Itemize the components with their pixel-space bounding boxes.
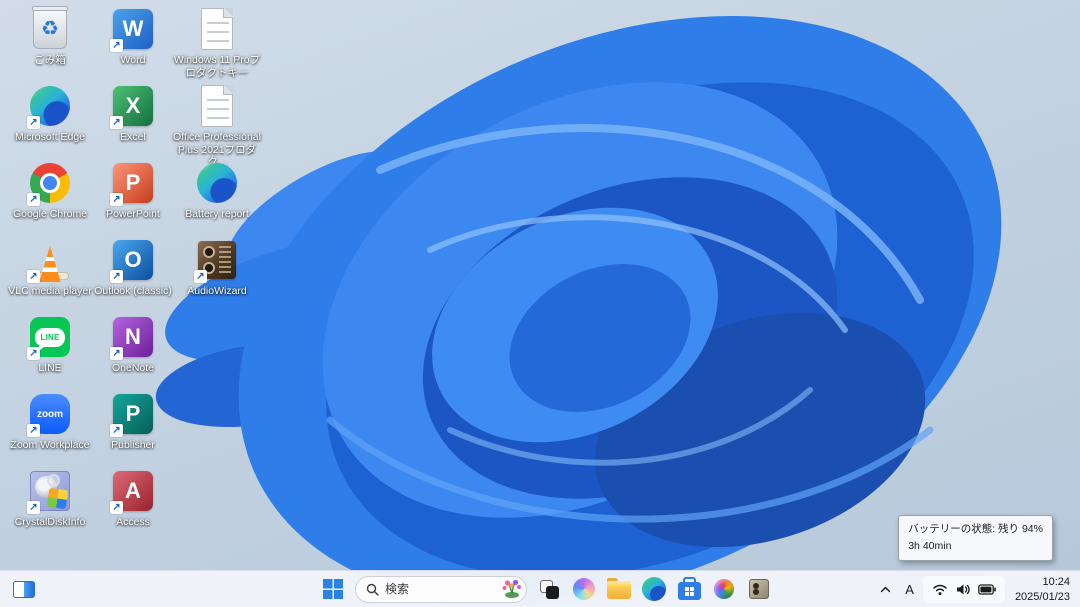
desktop-icon-publisher[interactable]: P ↗ Publisher xyxy=(93,391,173,452)
icon-label: VLC media player xyxy=(8,285,92,297)
crystaldiskinfo-taskbar-button[interactable] xyxy=(708,574,740,604)
desktop-icon-crystaldiskinfo[interactable]: ↗ CrystalDiskInfo xyxy=(10,468,90,529)
icon-label: ごみ箱 xyxy=(34,54,66,66)
icon-label: Publisher xyxy=(111,439,155,451)
task-view-button[interactable] xyxy=(533,574,565,604)
taskbar-center xyxy=(317,574,775,604)
shortcut-arrow-icon: ↗ xyxy=(110,347,123,360)
microsoft-store-button[interactable] xyxy=(673,574,705,604)
system-tray: A 10:24 2025/01/23 xyxy=(875,571,1080,607)
crystaldiskinfo-icon xyxy=(714,579,734,599)
text-document-icon xyxy=(201,85,233,127)
start-button[interactable] xyxy=(317,574,349,604)
taskbar: A 10:24 xyxy=(0,570,1080,607)
desktop-icon-microsoft-edge[interactable]: ↗ Microsoft Edge xyxy=(10,83,90,144)
shortcut-arrow-icon: ↗ xyxy=(27,347,40,360)
icon-label: Battery report xyxy=(185,208,249,220)
shortcut-arrow-icon: ↗ xyxy=(110,193,123,206)
shortcut-arrow-icon: ↗ xyxy=(110,270,123,283)
quick-settings-button[interactable] xyxy=(922,576,1005,603)
store-icon xyxy=(677,577,701,600)
edge-icon xyxy=(197,163,237,203)
shortcut-arrow-icon: ↗ xyxy=(27,424,40,437)
icon-label: Zoom Workplace xyxy=(10,439,90,451)
desktop-icon-powerpoint[interactable]: P ↗ PowerPoint xyxy=(93,160,173,221)
shortcut-arrow-icon: ↗ xyxy=(110,424,123,437)
shortcut-arrow-icon: ↗ xyxy=(110,116,123,129)
battery-tooltip: バッテリーの状態: 残り 94% 3h 40min xyxy=(898,515,1053,561)
desktop-icon-windows-11-product-key[interactable]: Windows 11 Proプロダクトキー xyxy=(174,6,260,79)
file-explorer-button[interactable] xyxy=(603,574,635,604)
shortcut-arrow-icon: ↗ xyxy=(27,116,40,129)
icon-label: LINE xyxy=(38,362,62,374)
battery-tooltip-line1: バッテリーの状態: 残り 94% xyxy=(908,523,1043,536)
desktop-icon-line[interactable]: LINE ↗ LINE xyxy=(10,314,90,375)
desktop-icon-onenote[interactable]: N ↗ OneNote xyxy=(93,314,173,375)
icon-label: Windows 11 Proプロダクトキー xyxy=(173,54,261,79)
shortcut-arrow-icon: ↗ xyxy=(27,270,40,283)
widgets-icon xyxy=(13,580,35,598)
desktop-icon-google-chrome[interactable]: ↗ Google Chrome xyxy=(10,160,90,221)
tray-date: 2025/01/23 xyxy=(1014,590,1070,603)
shortcut-arrow-icon: ↗ xyxy=(27,501,40,514)
desktop-icon-grid: ♻ ごみ箱 W ↗ Word Windows 11 Proプロダクトキー ↗ Mi… xyxy=(8,0,270,570)
text-document-icon xyxy=(201,8,233,50)
search-highlight-flower-icon xyxy=(502,579,521,598)
task-view-icon xyxy=(539,579,559,599)
audiowizard-icon xyxy=(749,579,769,599)
battery-tooltip-line2: 3h 40min xyxy=(908,539,952,552)
desktop-icon-vlc[interactable]: ↗ VLC media player xyxy=(8,237,92,298)
copilot-button[interactable] xyxy=(568,574,600,604)
icon-label: Word xyxy=(120,54,146,66)
search-box[interactable] xyxy=(355,575,527,603)
desktop-icon-audiowizard[interactable]: ↗ AudioWizard xyxy=(177,237,257,298)
icon-label: Outlook (classic) xyxy=(94,285,172,297)
tray-overflow-button[interactable] xyxy=(875,576,896,604)
search-input[interactable] xyxy=(385,582,485,596)
windows-logo-icon xyxy=(323,579,343,599)
desktop-icon-access[interactable]: A ↗ Access xyxy=(93,468,173,529)
icon-label: Microsoft Edge xyxy=(14,131,86,143)
wifi-icon xyxy=(933,584,947,596)
shortcut-arrow-icon: ↗ xyxy=(194,270,207,283)
desktop-icon-zoom[interactable]: zoom ↗ Zoom Workplace xyxy=(10,391,90,452)
battery-icon xyxy=(978,584,996,595)
shortcut-arrow-icon: ↗ xyxy=(110,39,123,52)
icon-label: PowerPoint xyxy=(106,208,160,220)
desktop-icon-word[interactable]: W ↗ Word xyxy=(93,6,173,67)
edge-taskbar-button[interactable] xyxy=(638,574,670,604)
search-icon xyxy=(366,583,379,596)
folder-icon xyxy=(607,578,631,599)
chevron-up-icon xyxy=(881,586,891,593)
shortcut-arrow-icon: ↗ xyxy=(110,501,123,514)
desktop-icon-battery-report[interactable]: Battery report xyxy=(177,160,257,221)
shortcut-arrow-icon: ↗ xyxy=(27,193,40,206)
ime-mode-indicator[interactable]: A xyxy=(898,576,921,604)
edge-icon xyxy=(642,577,666,601)
desktop-icon-excel[interactable]: X ↗ Excel xyxy=(93,83,173,144)
icon-label: AudioWizard xyxy=(187,285,247,297)
icon-label: CrystalDiskInfo xyxy=(14,516,86,528)
desktop: ♻ ごみ箱 W ↗ Word Windows 11 Proプロダクトキー ↗ Mi… xyxy=(0,0,1080,607)
recycle-bin-icon: ♻ xyxy=(32,6,68,49)
tray-time: 10:24 xyxy=(1042,575,1070,588)
audiowizard-taskbar-button[interactable] xyxy=(743,574,775,604)
copilot-icon xyxy=(573,578,595,600)
clock[interactable]: 10:24 2025/01/23 xyxy=(1007,575,1070,605)
icon-label: Google Chrome xyxy=(12,208,88,220)
volume-icon xyxy=(956,584,970,595)
desktop-icon-recycle-bin[interactable]: ♻ ごみ箱 xyxy=(10,6,90,67)
desktop-icon-outlook[interactable]: O ↗ Outlook (classic) xyxy=(93,237,173,298)
icon-label: Access xyxy=(116,516,150,528)
widgets-button[interactable] xyxy=(8,574,40,604)
icon-label: Excel xyxy=(120,131,146,143)
icon-label: OneNote xyxy=(111,362,155,374)
desktop-icon-office-product-key[interactable]: Office Professional Plus 2021プロダク... xyxy=(173,83,261,169)
